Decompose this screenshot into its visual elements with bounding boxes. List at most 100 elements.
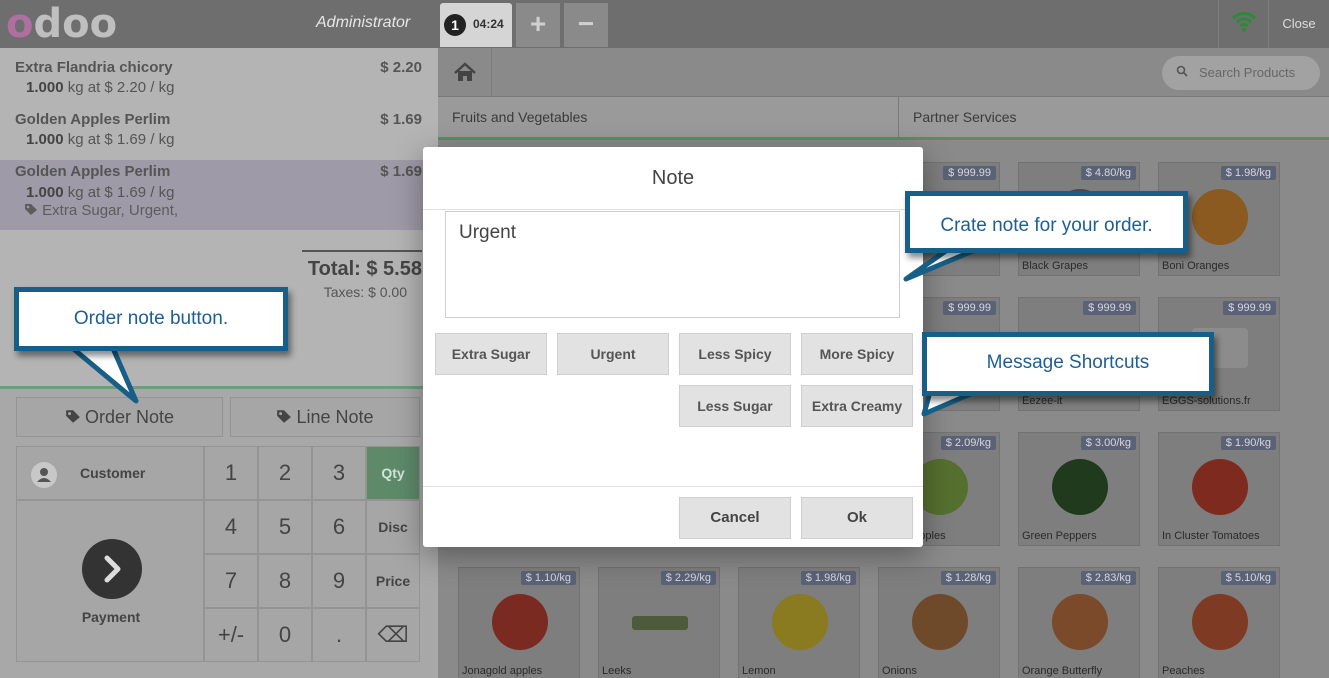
order-time: 04:24 xyxy=(473,17,504,31)
divider xyxy=(0,386,438,389)
line-note: Extra Sugar, Urgent, xyxy=(24,202,178,219)
cancel-button[interactable]: Cancel xyxy=(679,497,791,539)
shortcut-less-sugar[interactable]: Less Sugar xyxy=(679,385,791,427)
product-tile[interactable]: $ 1.28/kg Onions xyxy=(878,567,1000,678)
product-tile[interactable]: $ 1.98/kg Lemon xyxy=(738,567,860,678)
product-price: $ 2.09/kg xyxy=(940,436,996,450)
order-line[interactable]: Golden Apples Perlim $ 1.69 1.000 kg at … xyxy=(0,111,438,161)
ok-button[interactable]: Ok xyxy=(801,497,913,539)
order-tab[interactable]: 1 04:24 xyxy=(440,3,512,47)
numpad-area: Customer Payment 1 2 3 Qty 4 5 6 Disc 7 … xyxy=(16,446,422,662)
product-tile[interactable]: $ 1.10/kg Jonagold apples xyxy=(458,567,580,678)
product-price: $ 1.10/kg xyxy=(520,571,576,585)
order-taxes: Taxes: $ 0.00 xyxy=(323,284,407,300)
product-name: Green Peppers xyxy=(1022,530,1097,542)
numpad-key-8[interactable]: 8 xyxy=(258,554,312,608)
order-panel: Extra Flandria chicory $ 2.20 1.000 kg a… xyxy=(0,48,438,678)
product-price: $ 1.98/kg xyxy=(1220,166,1276,180)
product-price: $ 999.99 xyxy=(1083,301,1136,315)
order-total: Total: $ 5.58 xyxy=(307,258,422,280)
numpad-key-3[interactable]: 3 xyxy=(312,446,366,500)
chevron-right-icon xyxy=(82,539,142,599)
line-price: $ 1.69 xyxy=(380,163,422,180)
product-name: EGGS-solutions.fr xyxy=(1162,395,1251,407)
shortcut-urgent[interactable]: Urgent xyxy=(557,333,669,375)
product-price: $ 999.99 xyxy=(1223,301,1276,315)
product-tile[interactable]: $ 3.00/kg Green Peppers xyxy=(1018,432,1140,546)
product-tile[interactable]: $ 5.10/kg Peaches xyxy=(1158,567,1280,678)
note-dialog: Note Urgent Extra Sugar Urgent Less Spic… xyxy=(423,147,923,547)
product-image xyxy=(1192,594,1248,650)
product-price: $ 1.98/kg xyxy=(800,571,856,585)
callout-order-note-text: Order note button. xyxy=(73,308,229,329)
top-bar: odoo Administrator 1 04:24 + − Close xyxy=(0,0,1329,48)
order-line[interactable]: Extra Flandria chicory $ 2.20 1.000 kg a… xyxy=(0,59,438,109)
line-info: 1.000 kg at $ 2.20 / kg xyxy=(26,79,175,96)
product-name: Peaches xyxy=(1162,665,1205,677)
search-placeholder: Search Products xyxy=(1199,65,1296,80)
product-image xyxy=(912,594,968,650)
qty-mode-button[interactable]: Qty xyxy=(366,446,420,500)
backspace-button[interactable]: ⌫ xyxy=(366,608,420,662)
total-divider xyxy=(302,250,422,252)
numpad-key-plusminus[interactable]: +/- xyxy=(204,608,258,662)
product-image xyxy=(632,616,688,630)
payment-button[interactable]: Payment xyxy=(16,500,204,662)
search-input[interactable]: Search Products xyxy=(1162,56,1320,90)
product-tile[interactable]: $ 2.29/kg Leeks xyxy=(598,567,720,678)
product-price: $ 1.28/kg xyxy=(940,571,996,585)
product-name: Onions xyxy=(882,665,917,677)
product-price: $ 999.99 xyxy=(943,166,996,180)
product-image xyxy=(1052,459,1108,515)
product-name: Orange Butterfly xyxy=(1022,665,1103,677)
add-order-button[interactable]: + xyxy=(516,3,560,47)
shortcut-less-spicy[interactable]: Less Spicy xyxy=(679,333,791,375)
shortcut-more-spicy[interactable]: More Spicy xyxy=(801,333,913,375)
category-partner-services[interactable]: Partner Services xyxy=(898,97,1329,138)
product-price: $ 3.00/kg xyxy=(1080,436,1136,450)
search-icon xyxy=(1176,65,1188,77)
shortcut-extra-sugar[interactable]: Extra Sugar xyxy=(435,333,547,375)
callout-create-note-text: Crate note for your order. xyxy=(940,215,1153,236)
price-mode-button[interactable]: Price xyxy=(366,554,420,608)
home-icon[interactable] xyxy=(438,48,492,96)
disc-mode-button[interactable]: Disc xyxy=(366,500,420,554)
product-tile[interactable]: $ 1.90/kg In Cluster Tomatoes xyxy=(1158,432,1280,546)
remove-order-button[interactable]: − xyxy=(564,3,608,47)
tag-icon xyxy=(66,410,80,423)
product-tile[interactable]: $ 2.83/kg Orange Butterfly xyxy=(1018,567,1140,678)
note-textarea[interactable]: Urgent xyxy=(445,211,900,318)
category-fruits-vegetables[interactable]: Fruits and Vegetables xyxy=(438,97,898,138)
numpad-key-7[interactable]: 7 xyxy=(204,554,258,608)
numpad-key-dot[interactable]: . xyxy=(312,608,366,662)
numpad-key-9[interactable]: 9 xyxy=(312,554,366,608)
numpad-key-0[interactable]: 0 xyxy=(258,608,312,662)
callout-message-shortcuts-text: Message Shortcuts xyxy=(986,352,1150,373)
product-image xyxy=(492,594,548,650)
order-line-selected[interactable]: Golden Apples Perlim $ 1.69 1.000 kg at … xyxy=(0,160,438,230)
line-note-button[interactable]: Line Note xyxy=(230,397,420,437)
product-name: Leeks xyxy=(602,665,632,677)
line-name: Golden Apples Perlim xyxy=(15,111,171,128)
numpad-key-4[interactable]: 4 xyxy=(204,500,258,554)
numpad-key-5[interactable]: 5 xyxy=(258,500,312,554)
numpad-key-2[interactable]: 2 xyxy=(258,446,312,500)
line-info: 1.000 kg at $ 1.69 / kg xyxy=(26,184,175,201)
callout-create-note: Crate note for your order. xyxy=(905,191,1188,253)
order-note-button[interactable]: Order Note xyxy=(16,397,223,437)
product-price: $ 1.90/kg xyxy=(1220,436,1276,450)
close-button[interactable]: Close xyxy=(1268,0,1329,48)
product-name: In Cluster Tomatoes xyxy=(1162,530,1260,542)
shortcut-extra-creamy[interactable]: Extra Creamy xyxy=(801,385,913,427)
odoo-logo: odoo xyxy=(6,1,118,47)
product-price: $ 5.10/kg xyxy=(1220,571,1276,585)
line-name: Golden Apples Perlim xyxy=(15,163,171,180)
numpad-key-6[interactable]: 6 xyxy=(312,500,366,554)
tag-icon xyxy=(25,204,37,215)
line-price: $ 2.20 xyxy=(380,59,422,76)
customer-button[interactable]: Customer xyxy=(16,446,204,500)
user-icon xyxy=(31,462,57,488)
numpad-key-1[interactable]: 1 xyxy=(204,446,258,500)
dialog-footer-divider xyxy=(423,486,923,487)
product-price: $ 4.80/kg xyxy=(1080,166,1136,180)
